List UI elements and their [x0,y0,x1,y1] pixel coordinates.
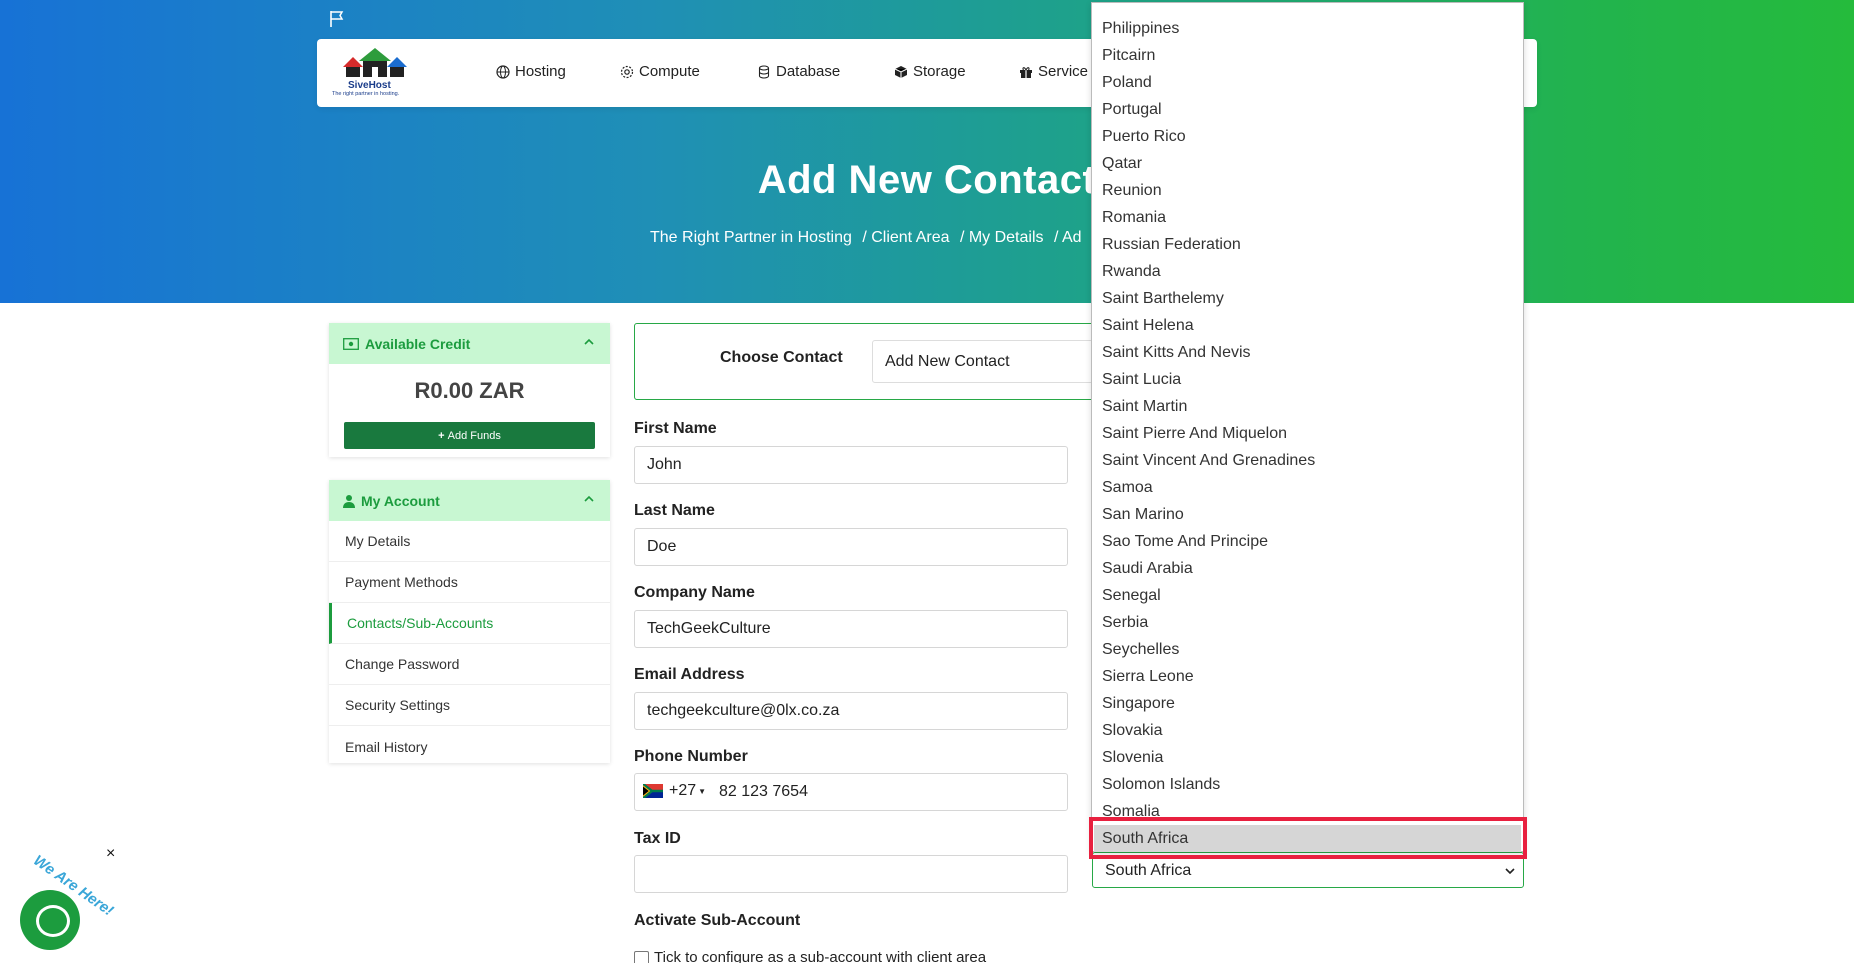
page-title: Add New Contact [757,158,1097,202]
account-card-header[interactable]: My Account [329,480,610,521]
phone-input[interactable]: +27 ▼ 82 123 7654 [634,773,1068,811]
breadcrumb: The Right Partner in Hosting / Client Ar… [650,229,1088,247]
country-select-value: South Africa [1105,862,1192,879]
sidebar-item-email-history[interactable]: Email History [329,726,610,767]
country-option[interactable]: Russian Federation [1102,236,1241,254]
account-card: My Account My Details Payment Methods Co… [329,480,610,763]
company-name-input[interactable]: TechGeekCulture [634,610,1068,648]
country-option[interactable]: Saint Kitts And Nevis [1102,344,1251,362]
nav-service[interactable]: Service [1019,63,1088,80]
country-dropdown-list[interactable]: Philippines Pitcairn Poland Portugal Puerto … [1091,2,1524,852]
phone-number-value: 82 123 7654 [719,783,808,800]
gear-icon [620,65,634,78]
country-option[interactable]: Portugal [1102,101,1162,119]
chat-widget[interactable]: We Are Here! × [18,845,116,950]
country-option[interactable]: Slovenia [1102,749,1163,767]
gift-icon [1020,66,1032,78]
breadcrumb-item[interactable]: / My Details [960,229,1044,246]
nav-database[interactable]: Database [757,63,840,80]
country-option[interactable]: Seychelles [1102,641,1179,659]
breadcrumb-item: / Ad [1053,229,1082,246]
last-name-label: Last Name [634,502,715,519]
close-icon[interactable]: × [106,845,115,863]
box-icon [894,65,908,78]
country-option[interactable]: Saint Lucia [1102,371,1181,389]
plus-icon: + [438,429,448,442]
country-option[interactable]: Puerto Rico [1102,128,1186,146]
breadcrumb-item[interactable]: / Client Area [862,229,949,246]
activate-sub-account-label: Activate Sub-Account [634,912,801,929]
credit-card-header[interactable]: Available Credit [329,323,610,364]
tax-id-input[interactable] [634,855,1068,893]
country-option[interactable]: Romania [1102,209,1166,227]
credit-card: Available Credit R0.00 ZAR + Add Funds [329,323,610,457]
sub-account-checkbox-label: Tick to configure as a sub-account with … [654,949,987,963]
sidebar-item-my-details[interactable]: My Details [329,521,610,562]
country-option[interactable]: Serbia [1102,614,1148,632]
country-option[interactable]: Poland [1102,74,1152,92]
sidebar-item-contacts[interactable]: Contacts/Sub-Accounts [329,603,610,644]
country-option[interactable]: San Marino [1102,506,1184,524]
caret-down-icon: ▼ [698,786,707,796]
email-label: Email Address [634,666,745,683]
company-name-label: Company Name [634,584,755,601]
email-input[interactable]: techgeekculture@0lx.co.za [634,692,1068,730]
first-name-input[interactable]: John [634,446,1068,484]
country-option[interactable]: Slovakia [1102,722,1162,740]
phone-country-picker[interactable]: +27 ▼ [643,782,706,800]
country-option[interactable]: Rwanda [1102,263,1161,281]
phone-label: Phone Number [634,748,748,765]
database-icon [758,64,770,79]
credit-amount: R0.00 ZAR [414,378,525,403]
nav-storage[interactable]: Storage [894,63,966,80]
country-option[interactable]: Sierra Leone [1102,668,1194,686]
globe-icon [496,64,510,79]
tax-id-label: Tax ID [634,830,681,847]
country-option[interactable]: Saint Vincent And Grenadines [1102,452,1315,470]
chevron-up-icon[interactable] [584,494,594,504]
flag-icon[interactable] [329,10,345,28]
country-option[interactable]: Saint Martin [1102,398,1187,416]
country-option[interactable]: Sao Tome And Principe [1102,533,1268,551]
chevron-up-icon[interactable] [584,337,594,347]
chevron-down-icon [1505,868,1515,875]
country-option[interactable]: Philippines [1102,20,1179,38]
country-option[interactable]: Saudi Arabia [1102,560,1193,578]
country-option[interactable]: Saint Pierre And Miquelon [1102,425,1287,443]
country-option[interactable]: Qatar [1102,155,1142,173]
country-option[interactable]: Saint Helena [1102,317,1194,335]
sidebar-item-change-password[interactable]: Change Password [329,644,610,685]
brand-name: SiveHost [348,80,391,91]
chat-bubble-icon[interactable] [20,890,80,950]
user-icon [343,494,355,508]
country-option[interactable]: Pitcairn [1102,47,1155,65]
last-name-input[interactable]: Doe [634,528,1068,566]
country-option[interactable]: Solomon Islands [1102,776,1220,794]
country-option[interactable]: Samoa [1102,479,1153,497]
money-icon [343,337,359,350]
south-africa-flag-icon [643,784,663,798]
sidebar-item-payment-methods[interactable]: Payment Methods [329,562,610,603]
country-option[interactable]: Reunion [1102,182,1162,200]
country-option[interactable]: Singapore [1102,695,1175,713]
add-funds-button[interactable]: + Add Funds [344,422,595,449]
country-option[interactable]: Saint Barthelemy [1102,290,1224,308]
nav-compute[interactable]: Compute [620,63,700,80]
phone-country-code: +27 [669,782,697,799]
brand-tagline: The right partner in hosting. [332,91,400,97]
choose-contact-label: Choose Contact [720,349,843,366]
sub-account-checkbox[interactable] [634,951,649,963]
nav-hosting[interactable]: Hosting [496,63,566,80]
sidebar-item-security-settings[interactable]: Security Settings [329,685,610,726]
selection-highlight-box [1089,817,1527,859]
first-name-label: First Name [634,420,717,437]
country-option[interactable]: Senegal [1102,587,1161,605]
breadcrumb-item[interactable]: The Right Partner in Hosting [650,229,852,246]
